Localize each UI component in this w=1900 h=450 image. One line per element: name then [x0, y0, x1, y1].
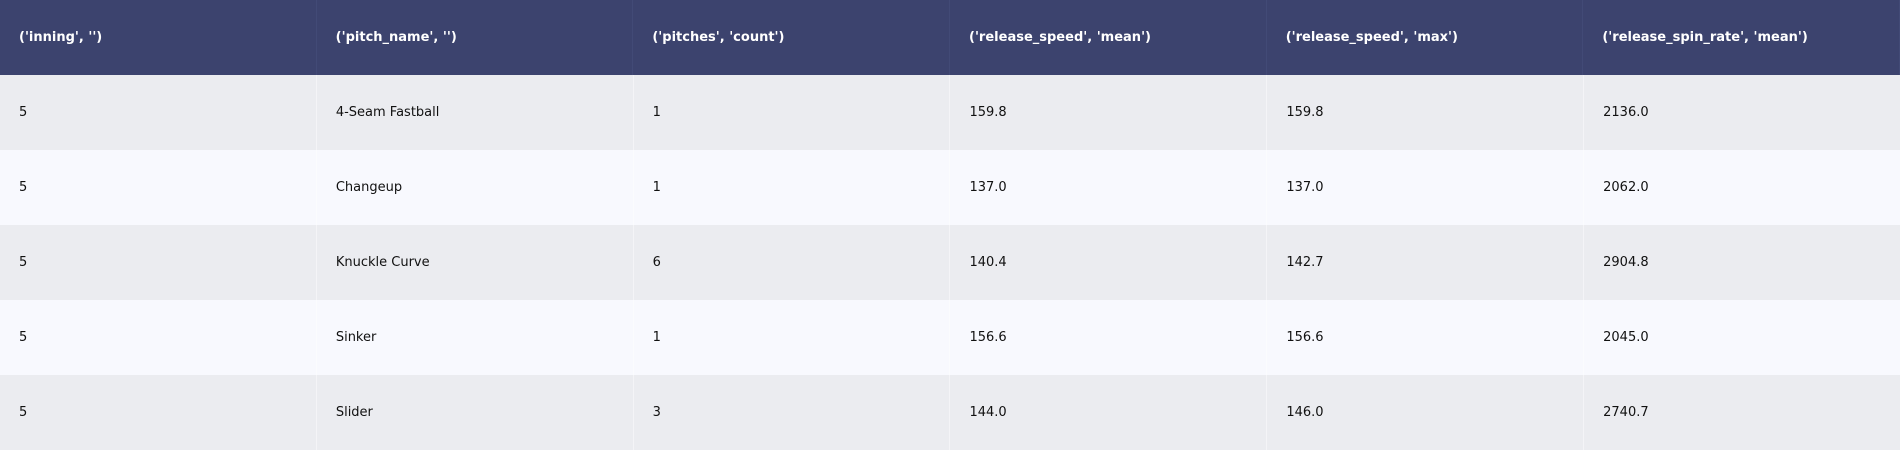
table-cell: Sinker	[317, 300, 634, 375]
column-header-release-spin-rate-mean: ('release_spin_rate', 'mean')	[1583, 0, 1900, 75]
table-cell: 156.6	[950, 300, 1268, 375]
table-row: 5 4-Seam Fastball 1 159.8 159.8 2136.0	[0, 75, 1900, 150]
table-row: 5 Sinker 1 156.6 156.6 2045.0	[0, 300, 1900, 375]
table-cell: 2904.8	[1603, 255, 1649, 270]
column-header-release-speed-mean: ('release_speed', 'mean')	[950, 0, 1267, 75]
table-cell: 146.0	[1267, 375, 1585, 450]
table-cell: 159.8	[950, 75, 1268, 150]
column-header-inning: ('inning', '')	[0, 0, 317, 75]
table-cell: 142.7	[1267, 225, 1585, 300]
table-cell: 4-Seam Fastball	[317, 75, 634, 150]
table-cell: 1	[634, 150, 951, 225]
table-cell: 2740.7	[1603, 405, 1649, 420]
table-cell: 1	[634, 300, 951, 375]
table-cell: 5	[0, 150, 317, 225]
table-cell: 2062.0	[1603, 180, 1649, 195]
table-cell: 3	[634, 375, 951, 450]
data-table: ('inning', '') ('pitch_name', '') ('pitc…	[0, 0, 1900, 450]
table-cell: Slider	[317, 375, 634, 450]
table-cell: 137.0	[1267, 150, 1585, 225]
column-header-release-speed-max: ('release_speed', 'max')	[1267, 0, 1584, 75]
table-header-row: ('inning', '') ('pitch_name', '') ('pitc…	[0, 0, 1900, 75]
table-row: 5 Slider 3 144.0 146.0 2740.7	[0, 375, 1900, 450]
table-cell: 6	[634, 225, 951, 300]
table-row: 5 Changeup 1 137.0 137.0 2062.0	[0, 150, 1900, 225]
table-cell: 5	[0, 225, 317, 300]
table-cell: Changeup	[317, 150, 634, 225]
table-cell: Knuckle Curve	[317, 225, 634, 300]
column-header-pitches-count: ('pitches', 'count')	[633, 0, 951, 75]
table-cell: 156.6	[1267, 300, 1585, 375]
table-cell: 144.0	[950, 375, 1268, 450]
table-cell: 2136.0	[1603, 105, 1649, 120]
table-cell: 137.0	[950, 150, 1268, 225]
table-cell: 1	[634, 75, 951, 150]
table-cell: 5	[0, 300, 317, 375]
table-cell: 159.8	[1267, 75, 1585, 150]
table-cell: 5	[0, 375, 317, 450]
table-row: 5 Knuckle Curve 6 140.4 142.7 2904.8	[0, 225, 1900, 300]
table-cell: 5	[0, 75, 317, 150]
table-cell: 2045.0	[1603, 330, 1649, 345]
table-cell: 140.4	[950, 225, 1268, 300]
column-header-pitch-name: ('pitch_name', '')	[317, 0, 634, 75]
